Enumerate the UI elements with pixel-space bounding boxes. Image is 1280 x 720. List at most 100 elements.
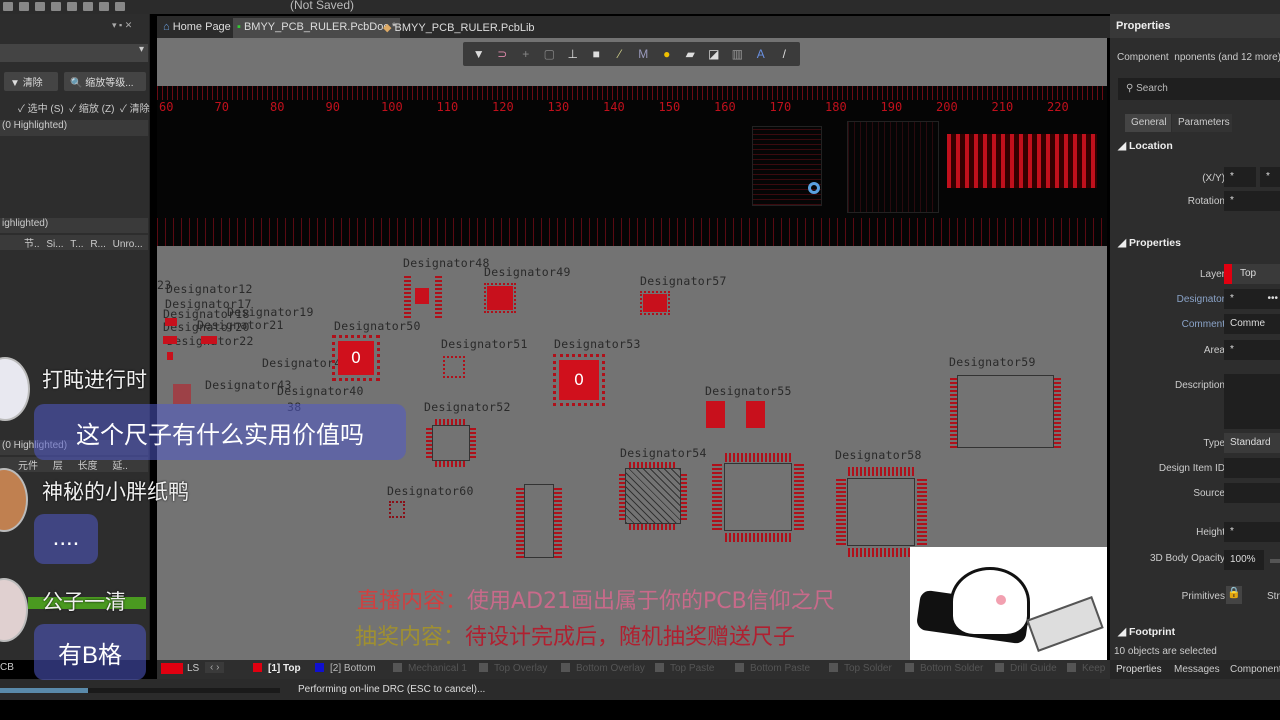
path-icon[interactable]: M	[634, 47, 652, 61]
search-input[interactable]: ⚲ Search	[1118, 78, 1280, 100]
toolbar-icon[interactable]	[115, 2, 125, 11]
column-header[interactable]: 延..	[112, 461, 128, 472]
pcb-canvas[interactable]: 60 70 80 90 100 110 120 130 140 150 160 170 180 190 20…	[157, 38, 1107, 660]
bulb-icon[interactable]: ●	[658, 47, 676, 61]
tab-general[interactable]: General	[1125, 114, 1171, 132]
zoom-level-button[interactable]: 🔍 缩放等级...	[64, 72, 146, 91]
layer-tab[interactable]: Top Overlay	[479, 663, 547, 674]
column-header[interactable]: Si...	[46, 239, 63, 250]
select-checkbox[interactable]: ✓ 选中 (S)	[18, 104, 64, 115]
designator-label[interactable]: Designator21	[197, 318, 284, 332]
opacity-slider[interactable]	[1270, 559, 1280, 563]
designator-label[interactable]: Designator19	[227, 305, 314, 319]
panel-controls[interactable]: ▾ ▪ ✕	[112, 20, 132, 31]
opacity-field[interactable]: 100%	[1224, 550, 1264, 570]
current-layer-swatch[interactable]	[161, 663, 183, 674]
bars-icon[interactable]: ▥	[728, 47, 746, 61]
column-header[interactable]: R...	[90, 239, 106, 250]
designator-label[interactable]: Designator58	[835, 448, 922, 462]
designator-label[interactable]: Designator48	[403, 256, 490, 270]
tab-home-page[interactable]: ⌂ Home Page	[159, 18, 235, 38]
wand-icon[interactable]: ⁄	[611, 47, 629, 61]
rotation-field[interactable]: *	[1224, 191, 1280, 211]
column-header[interactable]: 元件	[18, 461, 38, 472]
zoom-checkbox[interactable]: ✓ 缩放 (Z)	[69, 104, 114, 115]
designator-label[interactable]: Designator60	[387, 484, 474, 498]
section-location[interactable]: ◢ Location	[1118, 140, 1173, 152]
designator-label[interactable]: Designator49	[484, 265, 571, 279]
lock-icon[interactable]: 🔒	[1226, 586, 1242, 604]
designator-label[interactable]: Designator40	[277, 384, 364, 398]
toolbar-icon[interactable]	[19, 2, 29, 11]
toolbar-icon[interactable]	[35, 2, 45, 11]
clear-button[interactable]: ▼ 清除	[4, 72, 58, 91]
designator-label[interactable]: Designator52	[424, 400, 511, 414]
layer-tab[interactable]: Bottom Overlay	[561, 663, 645, 674]
description-field[interactable]	[1224, 374, 1280, 429]
toolbar-icon[interactable]	[3, 2, 13, 11]
align-icon[interactable]: ⊥	[564, 47, 582, 61]
layer-set-button[interactable]: LS	[187, 663, 199, 674]
layer-scroll-buttons[interactable]: ‹ ›	[205, 662, 225, 673]
column-header[interactable]: 层	[53, 461, 63, 472]
layer-tabs: LS ‹ › [1] Top [2] Bottom Mechanical 1 Top …	[157, 660, 1110, 679]
tab-components[interactable]: Components	[1230, 664, 1280, 675]
type-select[interactable]: Standard	[1224, 433, 1280, 453]
board-cutout-icon[interactable]: ◪	[705, 47, 723, 61]
pad-icon[interactable]: ■	[587, 47, 605, 61]
tab-pcbdoc[interactable]: ▪ BMYY_PCB_RULER.PcbDoc *	[233, 18, 401, 38]
toolbar-icon[interactable]	[83, 2, 93, 11]
designator-label[interactable]: Designator42	[262, 356, 349, 370]
column-header[interactable]: T...	[70, 239, 83, 250]
designator-label[interactable]: Designator51	[441, 337, 528, 351]
clear-checkbox[interactable]: ✓ 清除	[120, 104, 150, 115]
section-properties[interactable]: ◢ Properties	[1118, 237, 1181, 249]
text-icon[interactable]: A	[752, 47, 770, 61]
panel-dropdown[interactable]: ▾	[0, 44, 148, 62]
net-class-select[interactable]: (0 Highlighted)	[0, 120, 148, 136]
layer-tab[interactable]: Bottom Paste	[735, 663, 810, 674]
designator-label[interactable]: Designator57	[640, 274, 727, 288]
layer-tab[interactable]: Drill Guide	[995, 663, 1057, 674]
column-header[interactable]: 节..	[24, 239, 40, 250]
layer-tab[interactable]: Mechanical 1	[393, 663, 467, 674]
fill-icon[interactable]: ▰	[681, 47, 699, 61]
column-header[interactable]: 长度	[78, 461, 98, 472]
column-header[interactable]: Unro...	[113, 239, 143, 250]
tab-parameters[interactable]: Parameters	[1172, 114, 1232, 132]
line-icon[interactable]: /	[775, 47, 793, 61]
x-field[interactable]: *	[1224, 167, 1256, 187]
design-item-field[interactable]	[1224, 458, 1280, 478]
designator-label[interactable]: Designator54	[620, 446, 707, 460]
layer-tab[interactable]: Top Paste	[655, 663, 714, 674]
height-field[interactable]: *	[1224, 522, 1280, 542]
toolbar-icon[interactable]	[99, 2, 109, 11]
designator-label[interactable]: Designator50	[334, 319, 421, 333]
layer-tab[interactable]: Top Solder	[829, 663, 892, 674]
designator-field[interactable]: * •••	[1224, 289, 1280, 309]
designator-label[interactable]: Designator55	[705, 384, 792, 398]
y-field[interactable]: *	[1260, 167, 1280, 187]
panel-tab[interactable]: CB	[0, 662, 14, 673]
toolbar-icon[interactable]	[51, 2, 61, 11]
designator-label[interactable]: Designator59	[949, 355, 1036, 369]
designator-label[interactable]: Designator53	[554, 337, 641, 351]
interactive-route-icon[interactable]: ⊃	[493, 47, 511, 61]
source-field[interactable]	[1224, 483, 1280, 503]
layer-tab[interactable]: [2] Bottom	[315, 663, 376, 674]
layer-select[interactable]: Top	[1224, 264, 1280, 284]
layer-tab[interactable]: Bottom Solder	[905, 663, 983, 674]
layer-tab[interactable]: [1] Top	[253, 663, 301, 674]
comment-field[interactable]: Comme	[1224, 314, 1280, 334]
place-point-icon[interactable]: +	[517, 47, 535, 61]
tab-pcblib[interactable]: ◆ BMYY_PCB_RULER.PcbLib	[379, 18, 539, 38]
toolbar-icon[interactable]	[67, 2, 77, 11]
layer-tab[interactable]: Keep	[1067, 663, 1105, 674]
tab-messages[interactable]: Messages	[1174, 664, 1220, 675]
designator-label[interactable]: Designator12	[166, 282, 253, 296]
section-footprint[interactable]: ◢ Footprint	[1118, 626, 1175, 638]
filter-icon[interactable]: ▼	[470, 47, 488, 61]
select-rect-icon[interactable]: ▢	[540, 47, 558, 61]
area-field[interactable]: *	[1224, 340, 1280, 360]
tab-properties[interactable]: Properties	[1116, 664, 1162, 675]
